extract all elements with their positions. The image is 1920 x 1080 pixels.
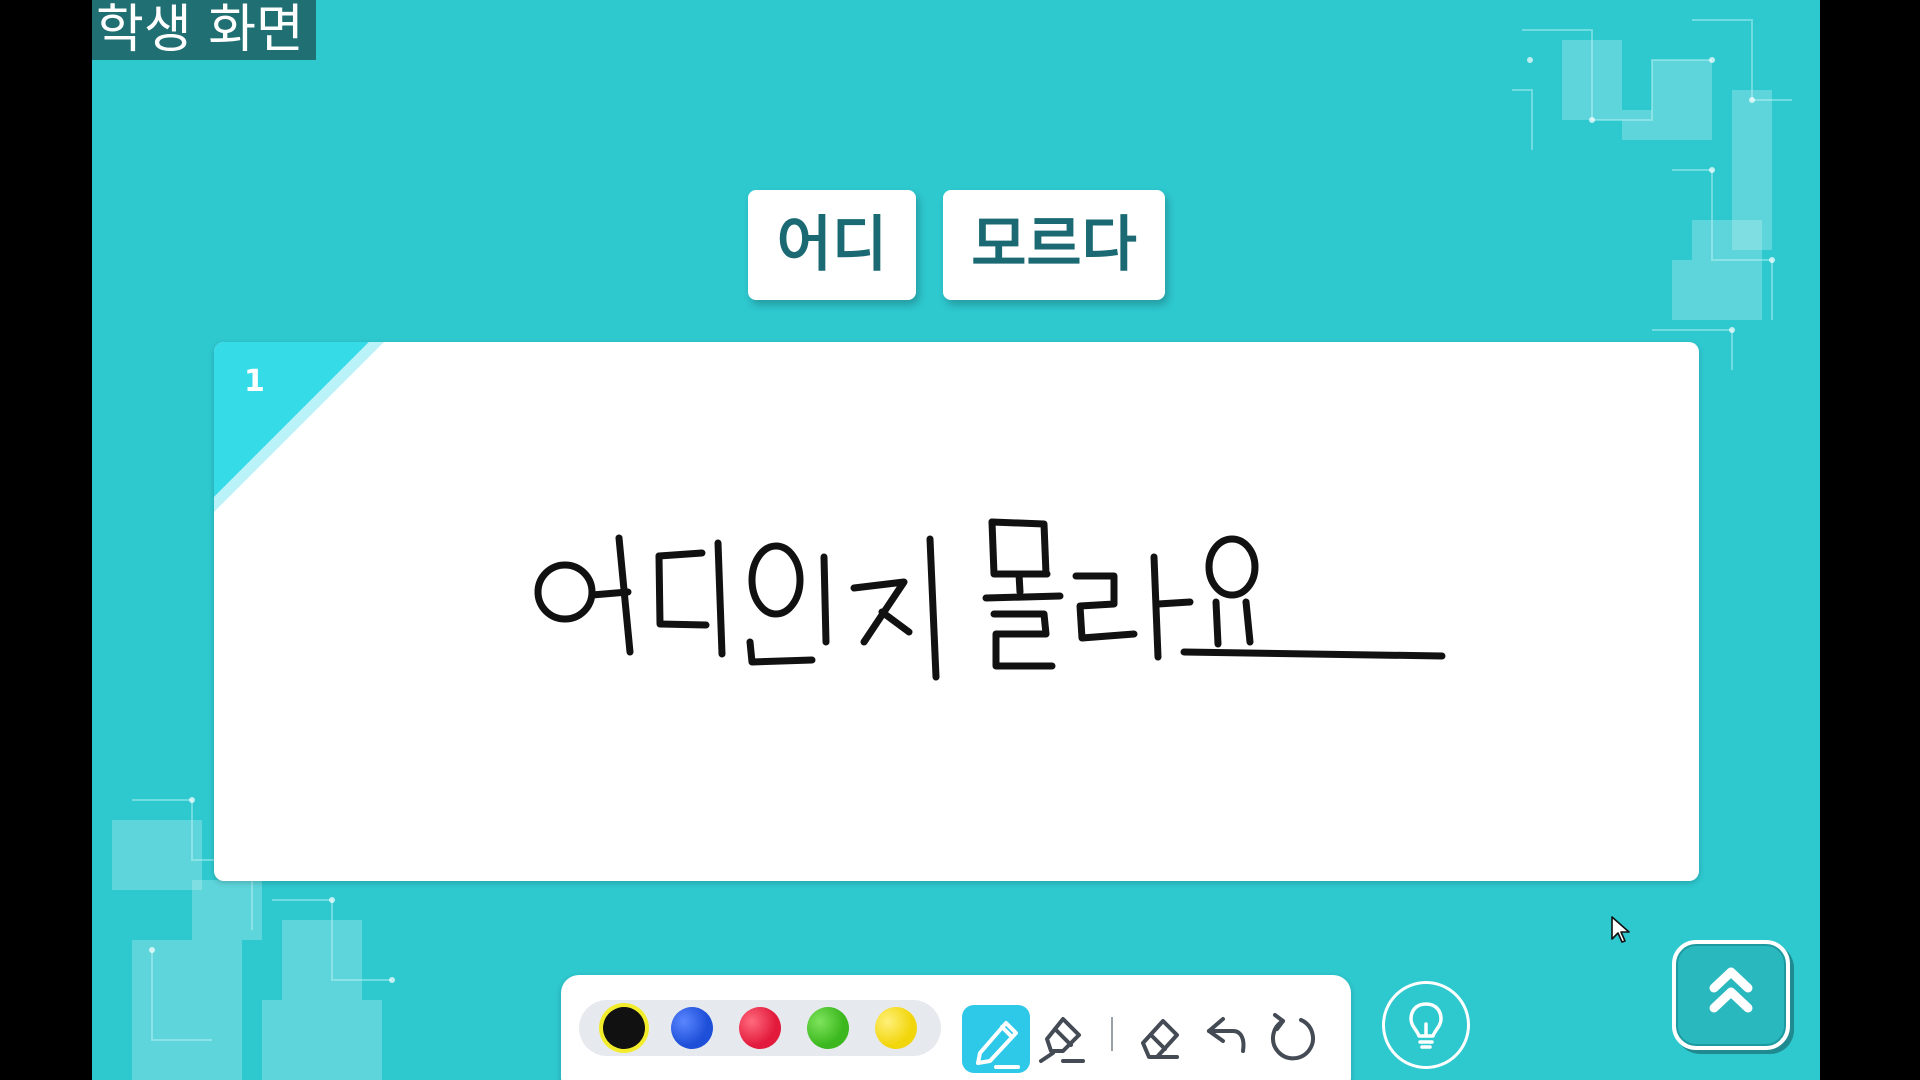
color-blue[interactable] bbox=[666, 1002, 718, 1054]
hint-button[interactable] bbox=[1382, 981, 1470, 1069]
student-screen: 학생 화면 어디 모르다 1 bbox=[92, 0, 1820, 1080]
drawing-toolbar bbox=[561, 975, 1351, 1080]
undo-icon[interactable] bbox=[1195, 1005, 1257, 1067]
double-chevron-up-icon bbox=[1709, 967, 1753, 1013]
mouse-cursor-icon bbox=[1611, 916, 1630, 943]
color-red[interactable] bbox=[734, 1002, 786, 1054]
eraser-icon[interactable] bbox=[1127, 1005, 1189, 1067]
reset-icon[interactable] bbox=[1261, 1005, 1323, 1067]
scroll-top-button[interactable] bbox=[1672, 940, 1790, 1050]
color-black[interactable] bbox=[598, 1002, 650, 1054]
color-palette bbox=[579, 1000, 941, 1056]
word-card-moreuda[interactable]: 모르다 bbox=[943, 190, 1165, 300]
pen-icon[interactable] bbox=[962, 1005, 1030, 1073]
highlighter-icon[interactable] bbox=[1033, 1005, 1095, 1067]
handwriting-strokes bbox=[534, 518, 1446, 681]
writing-board[interactable]: 1 bbox=[214, 342, 1699, 881]
toolbar-divider bbox=[1111, 1017, 1113, 1051]
color-yellow[interactable] bbox=[870, 1002, 922, 1054]
color-green[interactable] bbox=[802, 1002, 854, 1054]
word-card-eodi[interactable]: 어디 bbox=[748, 190, 916, 300]
screen-label: 학생 화면 bbox=[92, 0, 316, 60]
lightbulb-icon bbox=[1409, 1002, 1443, 1049]
